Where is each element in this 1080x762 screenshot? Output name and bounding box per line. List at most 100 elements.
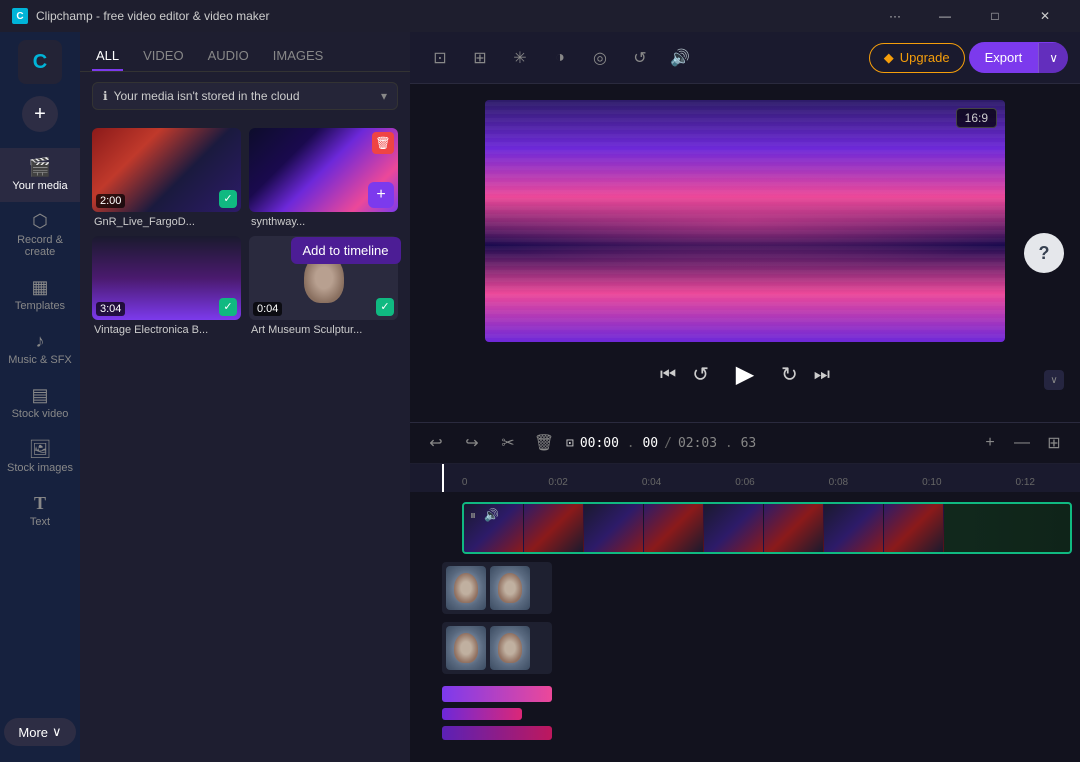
tab-images[interactable]: IMAGES xyxy=(269,42,328,71)
sidebar-label-record-create: Record & create xyxy=(4,234,76,258)
total-frame-dot: . xyxy=(725,436,733,451)
sculpture-mini-2a xyxy=(446,626,486,670)
preview-glow xyxy=(485,100,1005,342)
upgrade-button[interactable]: ◆ Upgrade xyxy=(869,43,965,73)
more-chevron-icon: ∨ xyxy=(52,724,62,740)
rotate-button[interactable]: ↺ xyxy=(622,40,658,76)
sidebar-item-music-sfx[interactable]: ♪ Music & SFX xyxy=(0,322,80,376)
track-content-sculpture-2 xyxy=(442,618,1080,674)
maximize-button[interactable]: □ xyxy=(972,0,1018,32)
total-time: 02:03 . 63 xyxy=(678,436,756,451)
volume-button[interactable]: 🔊 xyxy=(662,40,698,76)
track-content-video: ⏸ 🔊 xyxy=(442,498,1080,554)
track-row-synth xyxy=(410,676,1080,756)
sidebar-item-stock-video[interactable]: ▤ Stock video xyxy=(0,376,80,430)
color-correct-button[interactable]: ✳ xyxy=(502,40,538,76)
sidebar-item-record-create[interactable]: ⬡ Record & create xyxy=(0,202,80,268)
sidebar-bottom: More ∨ xyxy=(0,718,80,754)
add-to-timeline-button[interactable]: + xyxy=(368,182,394,208)
text-icon: T xyxy=(34,494,46,512)
scissors-button[interactable]: ✂ xyxy=(494,429,522,457)
rewind-button[interactable]: ↺ xyxy=(692,362,709,387)
cloud-info-bar[interactable]: ℹ Your media isn't stored in the cloud ▾ xyxy=(92,82,398,110)
music-sfx-icon: ♪ xyxy=(36,332,45,350)
delete-synthwave-button[interactable]: 🗑 xyxy=(372,132,394,154)
total-time-value: 02:03 xyxy=(678,436,717,451)
sidebar-item-your-media[interactable]: 🎬 Your media xyxy=(0,148,80,202)
more-label: More xyxy=(18,725,48,740)
transform-button[interactable]: ⊞ xyxy=(462,40,498,76)
gnr-duration: 2:00 xyxy=(96,194,125,208)
titlebar-controls: ··· — □ ✕ xyxy=(872,0,1068,32)
forward-button[interactable]: ↻ xyxy=(781,362,798,387)
ruler-mark-2: 0:04 xyxy=(605,477,698,488)
timeline-area: ↩ ↪ ✂ 🗑 ⊡ 00:00 . 00 / 02:03 . 63 xyxy=(410,422,1080,762)
color-wheel-button[interactable]: ◎ xyxy=(582,40,618,76)
synth-bar-3[interactable] xyxy=(442,726,552,740)
media-item-synthwave[interactable]: 🗑 + synthway... Add to timeline xyxy=(249,128,398,228)
frame-4 xyxy=(644,504,704,552)
delete-clip-button[interactable]: 🗑 xyxy=(530,429,558,457)
sculpture-duration: 0:04 xyxy=(253,302,282,316)
tab-all[interactable]: ALL xyxy=(92,42,123,71)
split-tone-button[interactable]: ◑ xyxy=(542,40,578,76)
media-thumb-vintage: 3:04 ✓ xyxy=(92,236,241,320)
sidebar-label-templates: Templates xyxy=(15,300,65,312)
add-content-button[interactable]: + xyxy=(22,96,58,132)
sidebar-label-text: Text xyxy=(30,516,50,528)
media-item-vintage[interactable]: 3:04 ✓ Vintage Electronica B... xyxy=(92,236,241,336)
app-logo: C xyxy=(12,8,28,24)
sidebar-item-templates[interactable]: ▦ Templates xyxy=(0,268,80,322)
timeline-playhead xyxy=(442,464,444,492)
zoom-fit-button[interactable]: ⊞ xyxy=(1040,429,1068,457)
export-button[interactable]: Export xyxy=(969,42,1039,73)
sculpture-face-1b xyxy=(498,573,522,603)
timecode-box-icon: ⊡ xyxy=(566,436,574,451)
your-media-icon: 🎬 xyxy=(29,158,51,176)
sidebar: C + 🎬 Your media ⬡ Record & create ▦ Tem… xyxy=(0,32,80,762)
preview-main: 16:9 ⏮ ↺ ▶ ↻ ⏭ ? xyxy=(410,84,1080,422)
video-clip[interactable]: ⏸ 🔊 xyxy=(462,502,1072,554)
crop-button[interactable]: ⊡ xyxy=(422,40,458,76)
frame-2 xyxy=(524,504,584,552)
preview-area: 16:9 ⏮ ↺ ▶ ↻ ⏭ ? xyxy=(410,84,1080,422)
minimize-button[interactable]: — xyxy=(922,0,968,32)
skip-to-end-button[interactable]: ⏭ xyxy=(814,364,830,385)
close-button[interactable]: ✕ xyxy=(1022,0,1068,32)
stock-video-icon: ▤ xyxy=(31,386,48,404)
add-to-timeline-tooltip: Add to timeline xyxy=(291,237,401,264)
audio-wave-icon: 🔊 xyxy=(484,508,499,522)
sculpture-clip-1[interactable] xyxy=(442,562,552,614)
export-label: Export xyxy=(985,50,1023,65)
add-track-button[interactable]: + xyxy=(976,429,1004,457)
sculpture-clip-2[interactable] xyxy=(442,622,552,674)
help-button[interactable]: ? xyxy=(1024,233,1064,273)
current-frame-dot: . xyxy=(627,436,635,451)
more-options-button[interactable]: ··· xyxy=(872,0,918,32)
synth-bar-2[interactable] xyxy=(442,708,522,720)
sidebar-item-stock-images[interactable]: 🖼 Stock images xyxy=(0,430,80,484)
more-button[interactable]: More ∨ xyxy=(4,718,75,746)
timeline-controls: ↩ ↪ ✂ 🗑 ⊡ 00:00 . 00 / 02:03 . 63 xyxy=(410,423,1080,464)
redo-button[interactable]: ↪ xyxy=(458,429,486,457)
app-title: Clipchamp - free video editor & video ma… xyxy=(36,9,269,23)
skip-to-start-button[interactable]: ⏮ xyxy=(660,364,676,385)
play-pause-button[interactable]: ▶ xyxy=(725,354,765,394)
tab-audio[interactable]: AUDIO xyxy=(204,42,253,71)
gnr-check-icon: ✓ xyxy=(219,190,237,208)
sidebar-label-stock-images: Stock images xyxy=(7,462,73,474)
media-item-gnr[interactable]: 2:00 ✓ GnR_Live_FargoD... xyxy=(92,128,241,228)
sidebar-item-text[interactable]: T Text xyxy=(0,484,80,538)
undo-button[interactable]: ↩ xyxy=(422,429,450,457)
export-dropdown-button[interactable]: ∨ xyxy=(1038,43,1068,73)
zoom-out-button[interactable]: — xyxy=(1008,429,1036,457)
timeline-collapse-button[interactable]: ∨ xyxy=(1044,370,1064,390)
synth-bar-1[interactable] xyxy=(442,686,552,702)
media-tabs: ALL VIDEO AUDIO IMAGES xyxy=(80,32,410,72)
tab-video[interactable]: VIDEO xyxy=(139,42,187,71)
templates-icon: ▦ xyxy=(31,278,48,296)
sidebar-logo: C xyxy=(18,40,62,84)
media-cloud-bar: ℹ Your media isn't stored in the cloud ▾ xyxy=(80,72,410,120)
media-grid: 2:00 ✓ GnR_Live_FargoD... 🗑 + synthway..… xyxy=(80,120,410,344)
editor-area: ⊡ ⊞ ✳ ◑ ◎ ↺ 🔊 ◆ Upgrade Export ∨ xyxy=(410,32,1080,762)
